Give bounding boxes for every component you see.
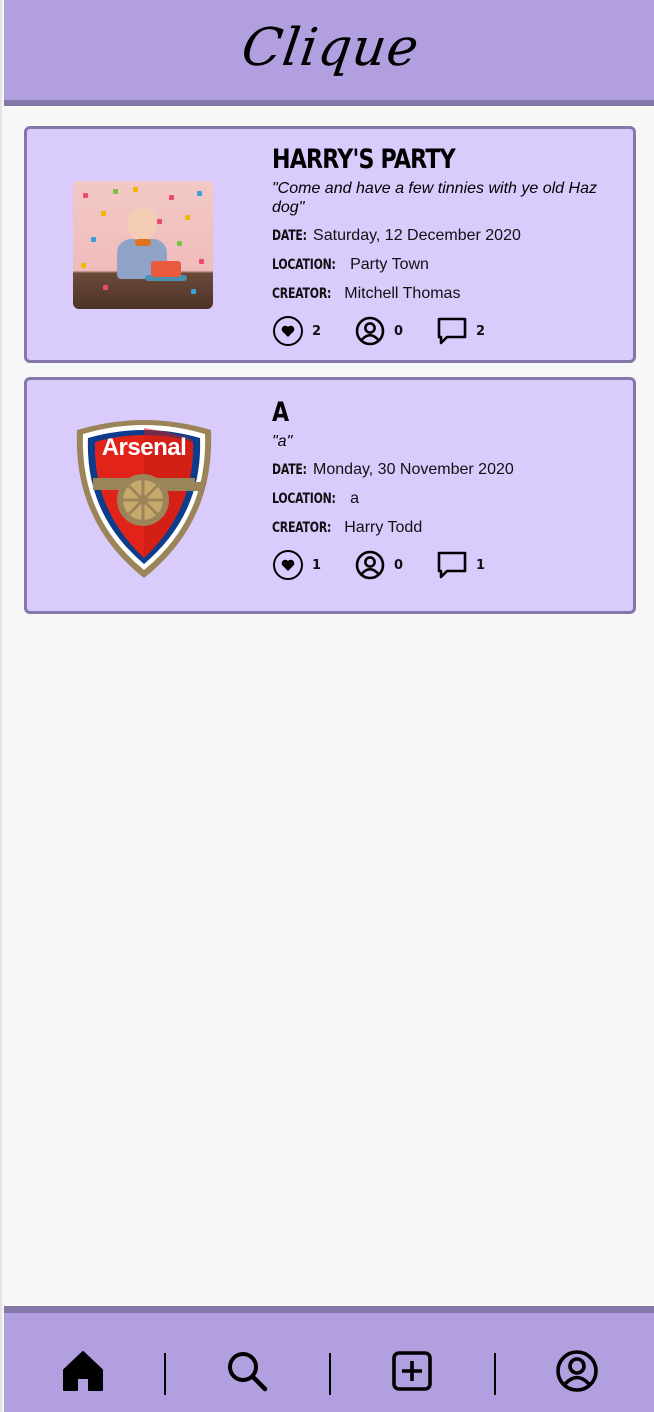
comment-icon xyxy=(437,317,467,345)
attendee-count: 0 xyxy=(394,557,404,573)
event-creator-row: CREATOR: Harry Todd xyxy=(272,518,615,538)
comment-count: 1 xyxy=(476,557,486,573)
add-icon xyxy=(392,1351,432,1391)
event-info: A "a" DATE: Monday, 30 November 2020 LOC… xyxy=(272,396,615,582)
like-count: 1 xyxy=(312,557,322,573)
event-quote: "Come and have a few tinnies with ye old… xyxy=(272,180,597,216)
like-button[interactable]: 2 xyxy=(272,315,354,347)
heart-icon xyxy=(273,550,303,580)
location-label: LOCATION: xyxy=(272,491,336,507)
date-label: DATE: xyxy=(272,228,307,244)
event-image[interactable]: Arsenal xyxy=(73,412,215,580)
creator-value: Harry Todd xyxy=(344,519,423,536)
event-date-row: DATE: Monday, 30 November 2020 xyxy=(272,460,615,480)
comment-icon xyxy=(437,551,467,579)
date-value: Saturday, 12 December 2020 xyxy=(313,227,521,244)
comments-button[interactable]: 2 xyxy=(436,315,518,347)
event-stats: 2 0 2 xyxy=(272,314,615,348)
nav-home[interactable] xyxy=(53,1341,113,1401)
like-count: 2 xyxy=(312,323,322,339)
party-photo xyxy=(73,181,213,309)
user-circle-icon xyxy=(355,550,385,580)
event-stats: 1 0 1 xyxy=(272,548,615,582)
event-title[interactable]: A xyxy=(272,396,553,430)
attendee-count: 0 xyxy=(394,323,404,339)
event-location-row: LOCATION: a xyxy=(272,489,615,509)
bottom-nav xyxy=(4,1306,654,1412)
creator-label: CREATOR: xyxy=(272,520,332,536)
crest-text: Arsenal xyxy=(101,434,187,461)
app-header: Clique xyxy=(4,0,654,106)
event-quote: "a" xyxy=(272,433,293,450)
date-value: Monday, 30 November 2020 xyxy=(313,461,514,478)
location-label: LOCATION: xyxy=(272,257,336,273)
comments-button[interactable]: 1 xyxy=(436,549,518,581)
like-button[interactable]: 1 xyxy=(272,549,354,581)
home-icon xyxy=(63,1351,103,1391)
event-creator-row: CREATOR: Mitchell Thomas xyxy=(272,284,615,304)
event-info: HARRY'S PARTY "Come and have a few tinni… xyxy=(272,143,615,348)
event-card[interactable]: HARRY'S PARTY "Come and have a few tinni… xyxy=(24,126,636,363)
profile-icon xyxy=(556,1350,598,1392)
comment-count: 2 xyxy=(476,323,486,339)
heart-icon xyxy=(273,316,303,346)
creator-label: CREATOR: xyxy=(272,286,332,302)
event-title[interactable]: HARRY'S PARTY xyxy=(272,143,553,177)
event-image[interactable] xyxy=(73,181,215,311)
event-feed: HARRY'S PARTY "Come and have a few tinni… xyxy=(24,126,636,628)
nav-divider xyxy=(494,1353,496,1395)
creator-value: Mitchell Thomas xyxy=(344,285,461,302)
attendees-button[interactable]: 0 xyxy=(354,315,436,347)
nav-profile[interactable] xyxy=(547,1341,607,1401)
nav-divider xyxy=(164,1353,166,1395)
event-card[interactable]: Arsenal A "a" DATE: Monday, 30 November … xyxy=(24,377,636,614)
nav-create[interactable] xyxy=(382,1341,442,1401)
date-label: DATE: xyxy=(272,462,307,478)
search-icon xyxy=(228,1352,268,1392)
event-location-row: LOCATION: Party Town xyxy=(272,255,615,275)
attendees-button[interactable]: 0 xyxy=(354,549,436,581)
nav-divider xyxy=(329,1353,331,1395)
nav-search[interactable] xyxy=(217,1341,277,1401)
event-date-row: DATE: Saturday, 12 December 2020 xyxy=(272,226,615,246)
user-circle-icon xyxy=(355,316,385,346)
app-frame: Clique HARRY'S PARTY "Come and have a fe… xyxy=(0,0,654,1412)
app-logo: Clique xyxy=(237,18,423,78)
location-value: Party Town xyxy=(350,256,429,273)
location-value: a xyxy=(350,490,359,507)
